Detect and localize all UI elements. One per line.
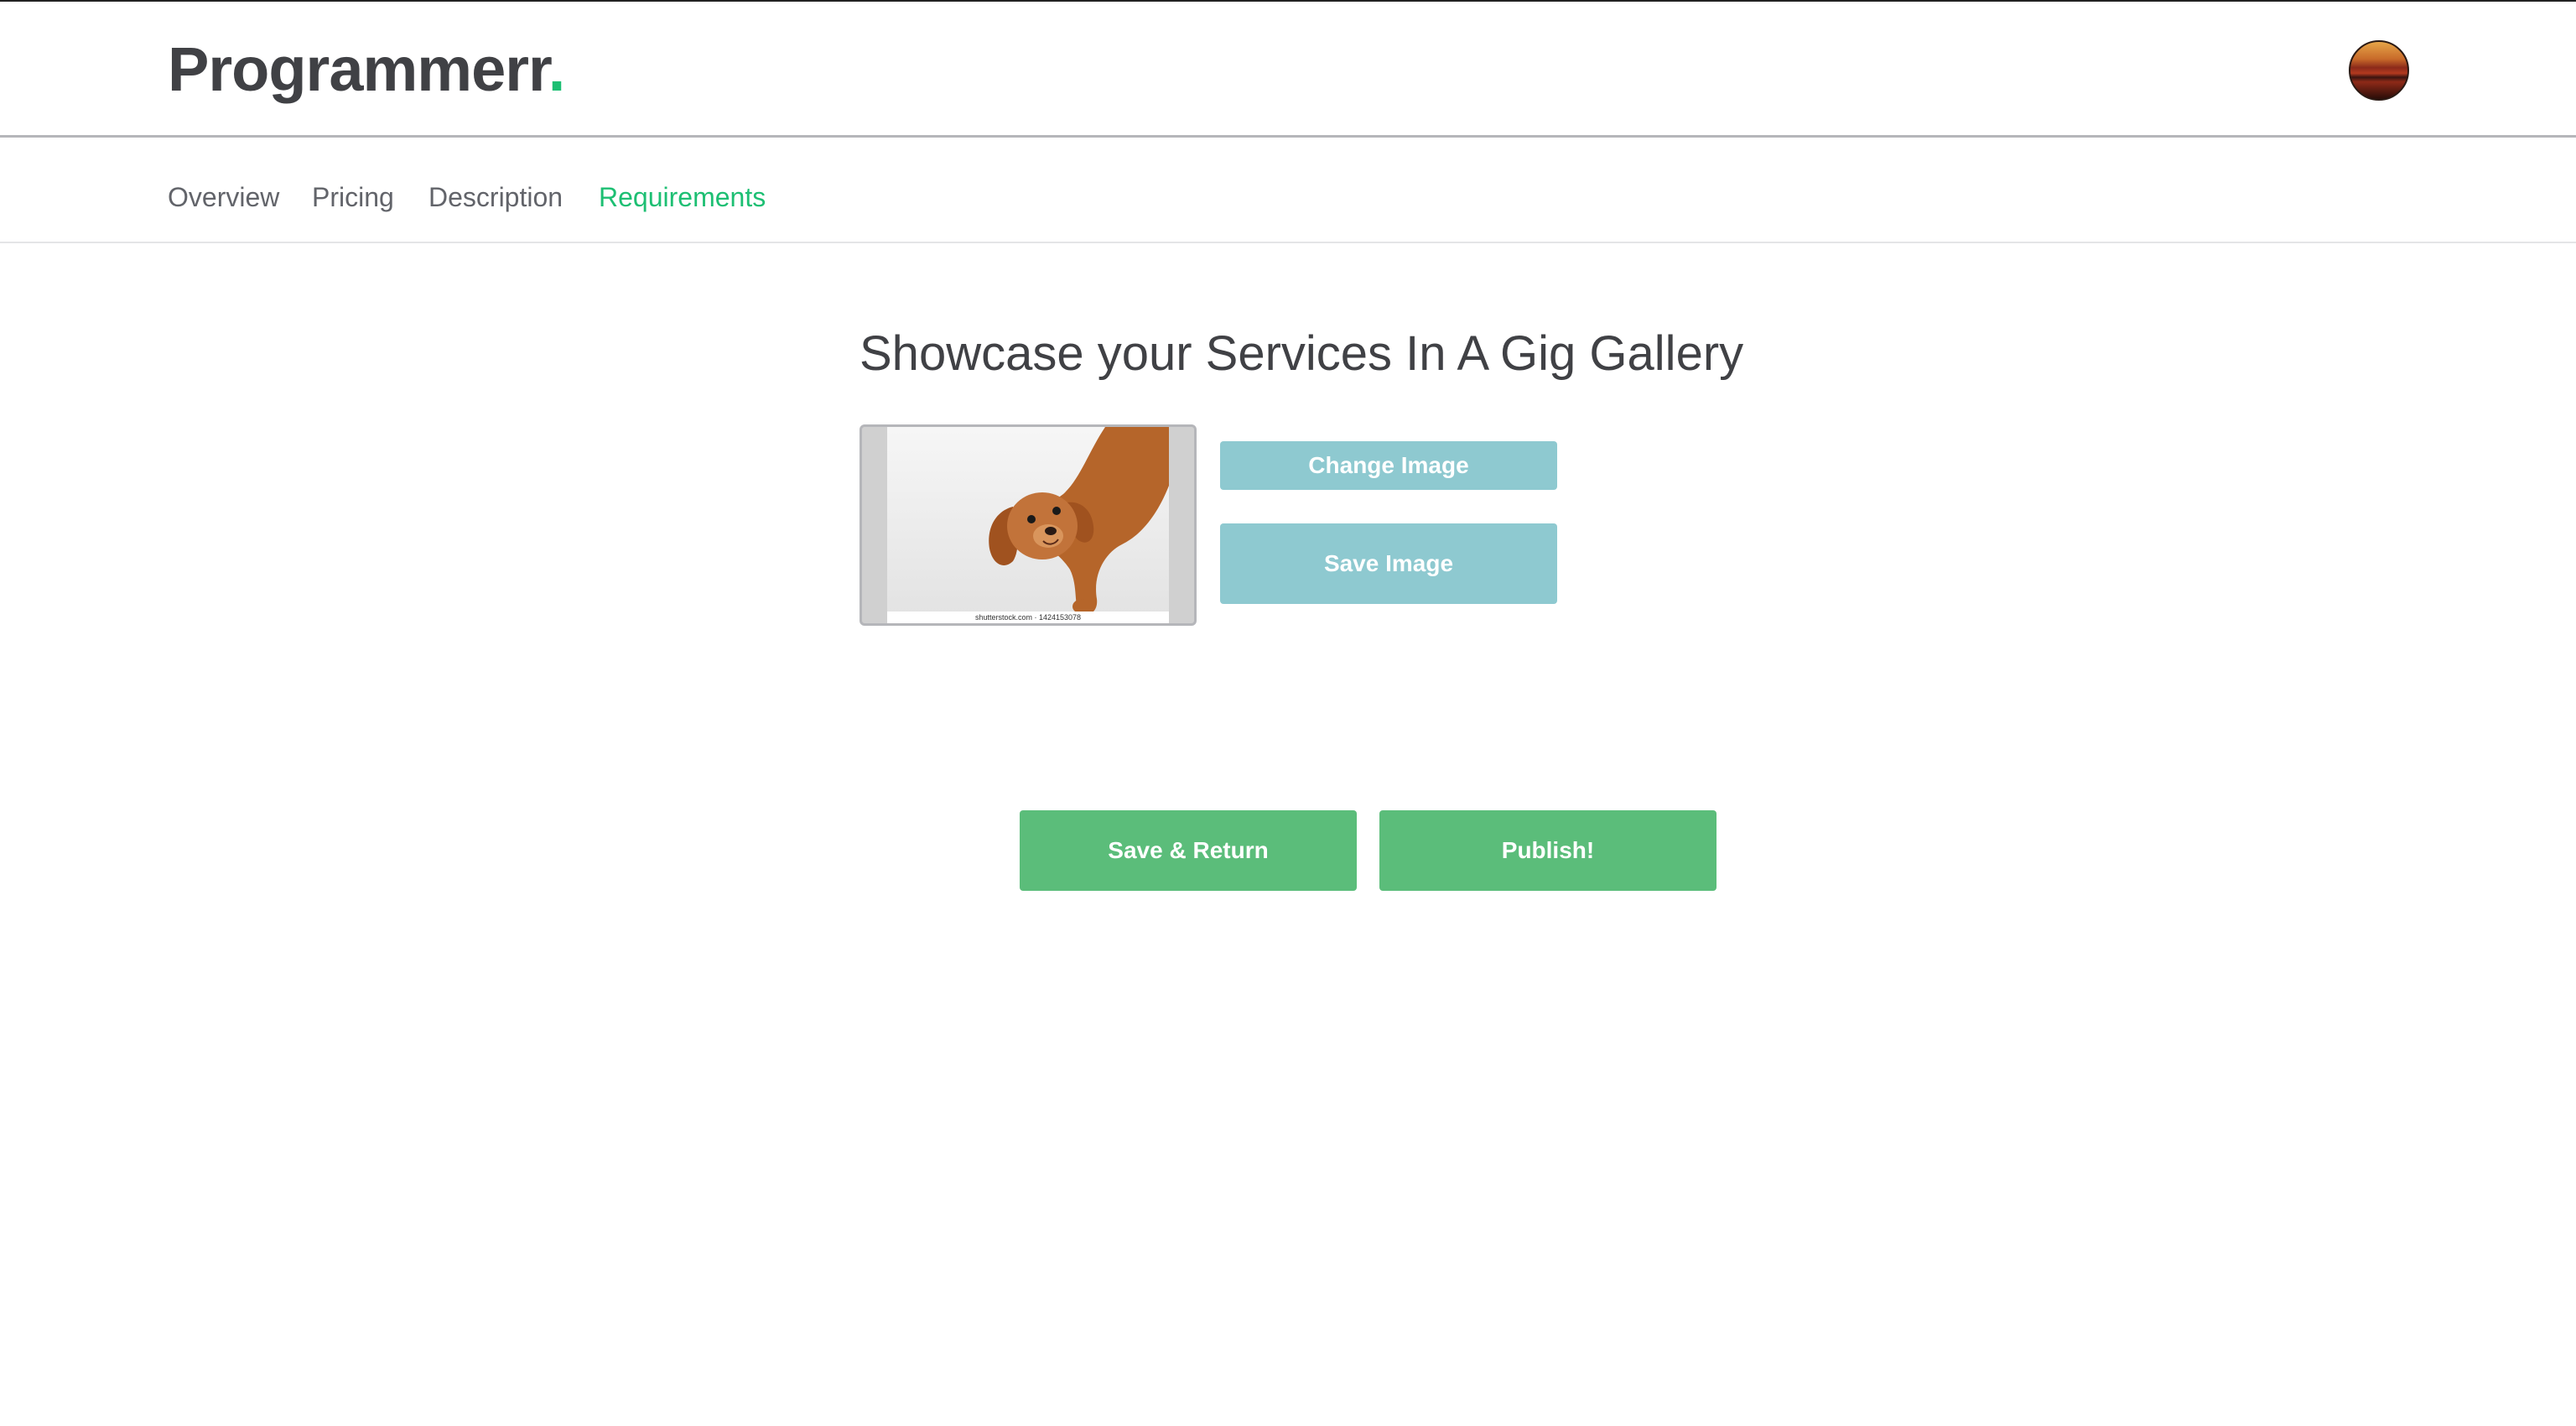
user-avatar[interactable] — [2349, 40, 2409, 101]
site-header: Programmerr. — [0, 2, 2576, 138]
publish-button[interactable]: Publish! — [1379, 810, 1716, 891]
gallery-image-preview: shutterstock.com · 1424153078 — [860, 424, 1197, 626]
page-title: Showcase your Services In A Gig Gallery — [860, 326, 1744, 381]
logo[interactable]: Programmerr. — [168, 34, 566, 105]
gallery-photo: shutterstock.com · 1424153078 — [887, 427, 1169, 623]
change-image-button[interactable]: Change Image — [1220, 441, 1557, 490]
save-image-button[interactable]: Save Image — [1220, 523, 1557, 604]
logo-text: Programmerr — [168, 34, 549, 104]
logo-dot: . — [548, 34, 566, 104]
photo-caption: shutterstock.com · 1424153078 — [887, 612, 1169, 623]
tab-description[interactable]: Description — [428, 182, 563, 213]
gig-tabs: Overview Pricing Description Requirement… — [0, 138, 2576, 243]
save-and-return-button[interactable]: Save & Return — [1020, 810, 1357, 891]
dog-image-icon — [989, 427, 1169, 616]
tab-requirements[interactable]: Requirements — [599, 182, 766, 213]
tab-pricing[interactable]: Pricing — [312, 182, 394, 213]
tab-overview[interactable]: Overview — [168, 182, 279, 213]
